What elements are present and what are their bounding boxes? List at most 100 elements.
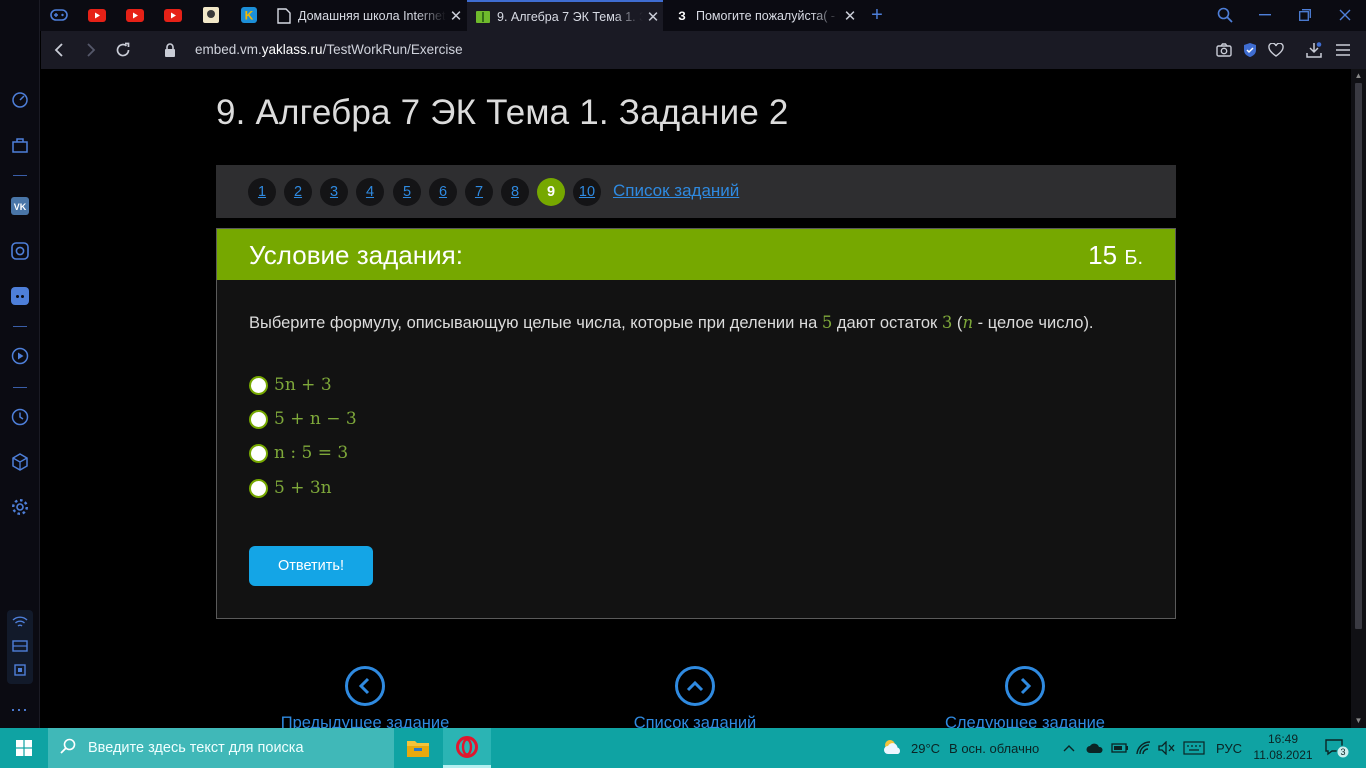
next-task-link[interactable]: Следующее задание: [925, 666, 1125, 728]
minimize-button[interactable]: [1252, 3, 1278, 27]
task-list-link[interactable]: Список заданий: [613, 181, 739, 201]
page-link-4[interactable]: 4: [356, 178, 384, 206]
answer-option-4[interactable]: 5 + 3n: [249, 477, 332, 499]
instagram-icon[interactable]: [9, 240, 31, 262]
answer-option-1[interactable]: 5n + 3: [249, 374, 332, 396]
youtube-icon[interactable]: [86, 5, 108, 25]
option-formula: 5n + 3: [274, 375, 332, 395]
chevron-right-icon: [1005, 666, 1045, 706]
task-condition-title: Условие задания:: [249, 240, 463, 270]
forward-button[interactable]: [80, 40, 102, 60]
svg-text:VK: VK: [14, 202, 27, 212]
page-link-1[interactable]: 1: [248, 178, 276, 206]
cpu-icon[interactable]: [12, 662, 28, 683]
page-link-10[interactable]: 10: [573, 178, 601, 206]
opera-taskbar-icon[interactable]: [443, 728, 491, 768]
restore-button[interactable]: [1292, 3, 1318, 27]
cloud-sun-icon: [882, 738, 904, 759]
sidebar-divider: [13, 175, 27, 176]
vpn-shield-icon[interactable]: [1240, 40, 1260, 60]
scrollbar-thumb[interactable]: [1355, 83, 1362, 629]
battery-icon[interactable]: [1111, 728, 1129, 768]
camera-icon[interactable]: [1214, 40, 1234, 60]
option-formula: 5 + 3n: [274, 478, 332, 498]
scroll-up-icon[interactable]: ▲: [1353, 71, 1364, 81]
gamepad-icon[interactable]: [48, 5, 70, 25]
wifi-icon[interactable]: [12, 615, 28, 634]
youtube-icon[interactable]: [124, 5, 146, 25]
bookmark-site-icon[interactable]: [200, 5, 222, 25]
youtube-icon[interactable]: [162, 5, 184, 25]
back-button[interactable]: [48, 40, 70, 60]
page-title: 9. Алгебра 7 ЭК Тема 1. Задание 2: [216, 93, 789, 132]
network-icon[interactable]: [1136, 728, 1152, 768]
discord-icon[interactable]: [9, 285, 31, 307]
tab-algebra-task[interactable]: 9. Алгебра 7 ЭК Тема 1. За ✕: [467, 0, 663, 31]
keyboard-icon[interactable]: [1183, 728, 1205, 768]
task-card-header: Условие задания: 15 Б.: [217, 229, 1175, 280]
downloads-icon[interactable]: [1304, 40, 1324, 60]
page-link-7[interactable]: 7: [465, 178, 493, 206]
chevron-up-icon: [675, 666, 715, 706]
reload-button[interactable]: [112, 40, 134, 60]
menu-icon[interactable]: [1333, 40, 1353, 60]
close-icon[interactable]: ✕: [643, 8, 663, 26]
close-icon[interactable]: ✕: [840, 7, 860, 25]
book-icon: [475, 9, 491, 25]
clock-date: 11.08.2021: [1253, 748, 1313, 762]
close-window-button[interactable]: [1332, 3, 1358, 27]
heart-icon[interactable]: [1266, 40, 1286, 60]
radio-button[interactable]: [249, 478, 268, 498]
player-icon[interactable]: [9, 345, 31, 367]
tab-title: Домашняя школа Internet: [298, 8, 446, 23]
page-link-9-current[interactable]: 9: [537, 178, 565, 206]
page-link-6[interactable]: 6: [429, 178, 457, 206]
page-link-8[interactable]: 8: [501, 178, 529, 206]
task-pager: 1 2 3 4 5 6 7 8 9 10 Список заданий: [216, 165, 1176, 218]
extensions-icon[interactable]: [9, 451, 31, 473]
onedrive-cloud-icon[interactable]: [1086, 728, 1104, 768]
weather-widget[interactable]: 29°C В осн. облачно: [882, 728, 1039, 768]
tab-znanija[interactable]: З Помогите пожалуйста( - U ✕: [666, 0, 860, 31]
speed-dial-icon[interactable]: [9, 89, 31, 111]
task-list-bottom-link[interactable]: Список заданий: [595, 666, 795, 728]
previous-task-link[interactable]: Предыдущее задание: [265, 666, 465, 728]
page-link-5[interactable]: 5: [393, 178, 421, 206]
page-scrollbar[interactable]: ▲ ▼: [1351, 69, 1366, 728]
memory-icon[interactable]: [12, 639, 28, 658]
page-link-2[interactable]: 2: [284, 178, 312, 206]
scroll-down-icon[interactable]: ▼: [1353, 716, 1364, 726]
close-icon[interactable]: ✕: [446, 7, 466, 25]
notifications-icon[interactable]: 3: [1324, 728, 1350, 768]
sidebar-tools-panel: [7, 610, 33, 684]
radio-button[interactable]: [249, 443, 268, 463]
next-task-label: Следующее задание: [945, 714, 1105, 728]
url-field[interactable]: embed.vm.yaklass.ru/TestWorkRun/Exercise: [195, 42, 463, 57]
page-link-3[interactable]: 3: [320, 178, 348, 206]
answer-option-3[interactable]: n : 5 = 3: [249, 442, 348, 464]
taskbar-search-box[interactable]: Введите здесь текст для поиска: [48, 728, 394, 768]
document-icon: [276, 7, 292, 24]
search-icon: [60, 738, 76, 759]
new-tab-button[interactable]: +: [866, 4, 888, 26]
windows-start-icon[interactable]: [0, 728, 48, 768]
answer-option-2[interactable]: 5 + n − 3: [249, 408, 357, 430]
vk-icon[interactable]: VK: [9, 195, 31, 217]
radio-button[interactable]: [249, 409, 268, 429]
submit-answer-button[interactable]: Ответить!: [249, 546, 373, 586]
shopping-bag-icon[interactable]: [9, 134, 31, 156]
more-icon[interactable]: ⋯: [10, 700, 29, 721]
radio-button[interactable]: [249, 375, 268, 395]
lock-icon[interactable]: [159, 40, 181, 60]
volume-muted-icon[interactable]: [1158, 728, 1176, 768]
tab-home-school[interactable]: Домашняя школа Internet ✕: [268, 0, 466, 31]
file-explorer-icon[interactable]: [394, 728, 442, 768]
search-tabs-icon[interactable]: [1212, 3, 1238, 27]
history-icon[interactable]: [9, 406, 31, 428]
bookmark-site-icon[interactable]: K: [238, 5, 260, 25]
show-hidden-icons-button[interactable]: [1063, 728, 1075, 768]
system-clock[interactable]: 16:49 11.08.2021: [1252, 731, 1314, 763]
settings-gear-icon[interactable]: [9, 496, 31, 518]
input-language[interactable]: РУС: [1216, 728, 1242, 768]
task-list-label: Список заданий: [633, 714, 757, 728]
